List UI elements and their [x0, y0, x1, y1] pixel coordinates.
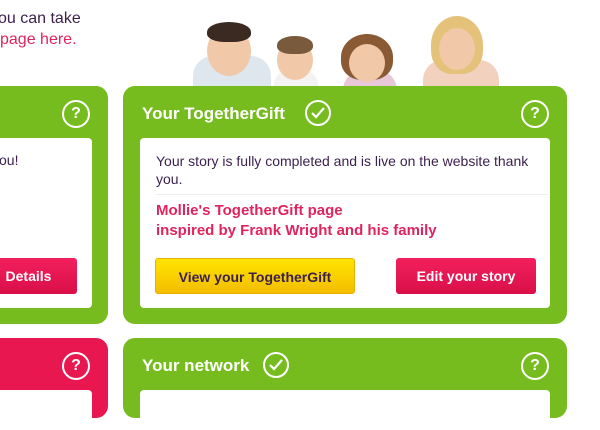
edit-story-button[interactable]: Edit your story — [396, 258, 536, 294]
network-panel: Your network ? — [123, 338, 567, 430]
page-name-link[interactable]: Mollie's TogetherGift page — [156, 202, 343, 219]
check-icon — [305, 100, 331, 126]
view-button-label: View your TogetherGift — [178, 269, 332, 285]
help-icon[interactable]: ? — [62, 100, 90, 128]
help-label: ? — [530, 357, 540, 374]
help-label: ? — [71, 357, 81, 374]
intro-link[interactable]: page here. — [0, 29, 83, 50]
help-icon[interactable]: ? — [521, 352, 549, 380]
details-button[interactable]: Details — [0, 258, 77, 294]
bottom-left-card — [0, 390, 92, 430]
details-button-label: Details — [5, 268, 52, 284]
left-panel-text: ou! — [0, 152, 19, 168]
togethergift-card: Your story is fully completed and is liv… — [140, 138, 550, 308]
edit-button-label: Edit your story — [416, 268, 516, 284]
help-icon[interactable]: ? — [62, 352, 90, 380]
help-label: ? — [530, 105, 540, 122]
inspiration-text: inspired by Frank Wright and his family — [156, 222, 437, 239]
left-panel: ? ou! Details — [0, 86, 108, 324]
intro-line-1: ou can take — [0, 10, 81, 27]
bottom-left-panel: ? — [0, 338, 108, 430]
togethergift-title: Your TogetherGift — [142, 104, 285, 123]
story-status-text: Your story is fully completed and is liv… — [156, 153, 529, 187]
help-icon[interactable]: ? — [521, 100, 549, 128]
network-title: Your network — [142, 356, 250, 375]
togethergift-panel: Your TogetherGift ? Your story is fully … — [123, 86, 567, 324]
view-togethergift-button[interactable]: View your TogetherGift — [155, 258, 355, 294]
divider — [156, 194, 548, 195]
check-icon — [263, 352, 289, 378]
help-label: ? — [71, 105, 81, 122]
left-panel-card: ou! Details — [0, 138, 92, 308]
intro-text: ou can take page here. — [0, 8, 83, 50]
network-card — [140, 390, 550, 430]
family-illustration — [165, 8, 525, 98]
